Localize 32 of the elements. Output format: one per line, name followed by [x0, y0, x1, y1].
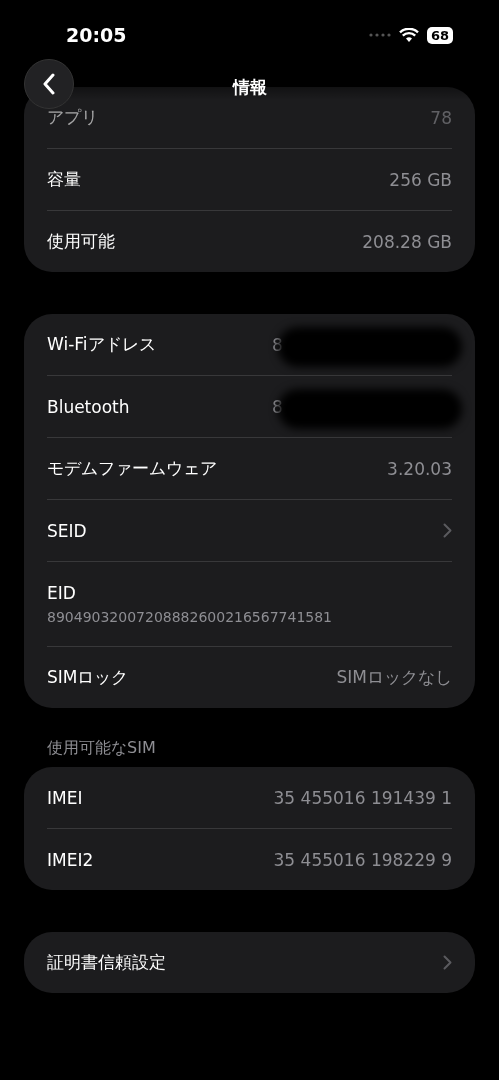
wifi-icon [398, 27, 419, 43]
row-value: 8 [272, 334, 283, 355]
row-value: 3.20.03 [387, 458, 452, 479]
row-value: 35 455016 191439 1 [273, 787, 452, 808]
row-value: 78 [430, 107, 452, 128]
status-time: 20:05 [66, 24, 127, 46]
row-value: 256 GB [389, 169, 452, 190]
row-value: 35 455016 198229 9 [273, 849, 452, 870]
chevron-icon [443, 955, 452, 970]
section-header: 使用可能なSIM [46, 738, 157, 759]
row-label: Wi-Fiアドレス [47, 333, 156, 356]
row-value: 8 [272, 396, 283, 417]
chevron-icon [443, 523, 452, 538]
row-label: 使用可能 [47, 230, 115, 253]
row-label: モデムファームウェア [47, 457, 217, 480]
row-label: IMEI [47, 787, 83, 808]
row-label: Bluetooth [47, 396, 130, 417]
row-label: アプリ [47, 106, 98, 129]
back-button[interactable] [24, 59, 74, 109]
row-label: SEID [47, 520, 87, 541]
row-label: 証明書信頼設定 [47, 951, 166, 974]
row-label: IMEI2 [47, 849, 94, 870]
back-icon [42, 73, 56, 95]
row-label: EID [47, 583, 77, 603]
battery-level: 68 [426, 26, 453, 44]
row-value: 208.28 GB [362, 231, 452, 252]
row-value: 89049032007208882600216567741581 [47, 609, 333, 625]
row-value: SIMロックなし [336, 666, 452, 689]
row-label: 容量 [47, 168, 81, 191]
row-label: SIMロック [47, 666, 129, 689]
signal-icon [368, 33, 391, 37]
nav-title: 情報 [232, 75, 267, 99]
